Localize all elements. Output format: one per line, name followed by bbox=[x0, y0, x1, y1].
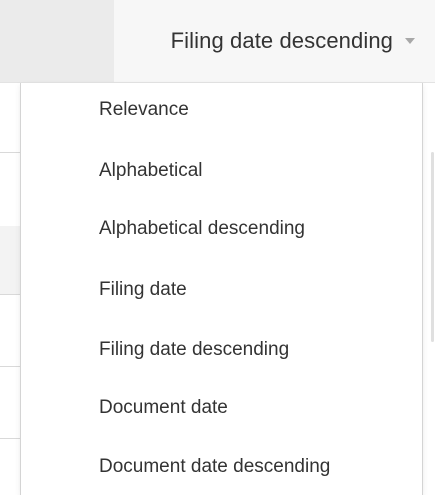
background-row-divider bbox=[0, 366, 20, 367]
background-row-divider bbox=[0, 294, 20, 295]
sort-option-relevance[interactable]: Relevance bbox=[99, 95, 189, 125]
results-scrollbar[interactable] bbox=[431, 152, 434, 342]
background-row-shade bbox=[0, 226, 20, 294]
chevron-down-icon bbox=[405, 38, 415, 44]
sort-dropdown-trigger[interactable]: Filing date descending bbox=[114, 0, 435, 82]
sort-option-alphabetical[interactable]: Alphabetical bbox=[99, 156, 203, 186]
sort-option-alphabetical-descending[interactable]: Alphabetical descending bbox=[99, 214, 305, 244]
sort-option-filing-date[interactable]: Filing date bbox=[99, 275, 187, 305]
sort-option-filing-date-descending[interactable]: Filing date descending bbox=[99, 335, 289, 365]
toolbar-left-panel bbox=[0, 0, 114, 82]
background-row-divider bbox=[0, 438, 20, 439]
background-row-divider bbox=[0, 152, 20, 153]
sort-option-document-date-descending[interactable]: Document date descending bbox=[99, 452, 330, 482]
sort-selected-label: Filing date descending bbox=[170, 28, 393, 53]
sort-option-document-date[interactable]: Document date bbox=[99, 393, 228, 423]
sort-dropdown-menu: Relevance Alphabetical Alphabetical desc… bbox=[20, 83, 423, 495]
